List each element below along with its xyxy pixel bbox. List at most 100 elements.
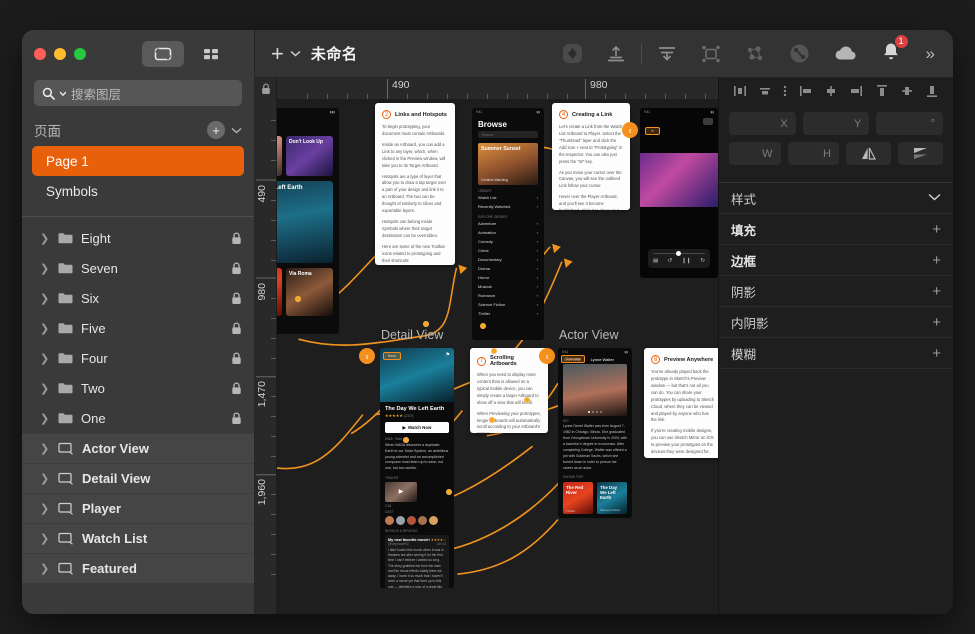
browse-item[interactable]: Adventure› xyxy=(472,219,544,228)
collapse-pages-icon[interactable] xyxy=(231,127,242,134)
horizontal-ruler[interactable]: 490 980 1,470 1,960 xyxy=(255,78,718,100)
artboard-featured[interactable]: 9:41▮▮▮ Featured Rolly Don't Look Up The… xyxy=(277,108,339,334)
rewind-icon[interactable]: ↺ xyxy=(668,258,673,264)
browse-item[interactable]: Science Fiction› xyxy=(472,300,544,309)
flow-dot[interactable] xyxy=(423,321,429,327)
align-center-icon[interactable] xyxy=(824,84,838,103)
height-field[interactable]: H xyxy=(788,142,840,165)
disclosure-icon[interactable]: ❯ xyxy=(40,502,50,515)
horizontal-ruler-track[interactable]: 490 980 1,470 1,960 xyxy=(277,78,718,99)
y-field[interactable]: Y xyxy=(803,112,870,135)
browse-item[interactable]: Animation› xyxy=(472,228,544,237)
minimize-window-button[interactable] xyxy=(54,48,66,60)
player-controls[interactable]: ▤ ↺ ❙❙ ↻ xyxy=(648,249,710,269)
browse-item[interactable]: Recently Watched› xyxy=(472,202,544,211)
avatar[interactable] xyxy=(407,516,416,525)
align-bottom-edge-icon[interactable] xyxy=(925,84,939,103)
cloud-button[interactable] xyxy=(822,44,870,64)
card-links-and-hotspots[interactable]: 2 Links and Hotspots To begin prototypin… xyxy=(375,103,455,265)
layer-row-five[interactable]: ❯ Five xyxy=(22,313,254,343)
avatar[interactable] xyxy=(385,516,394,525)
avatar[interactable] xyxy=(396,516,405,525)
layer-row-one[interactable]: ❯ One xyxy=(22,403,254,433)
view-toggle-group[interactable] xyxy=(142,41,232,67)
actor-photo[interactable] xyxy=(563,364,627,416)
layer-row-four[interactable]: ❯ Four xyxy=(22,343,254,373)
featured-card[interactable]: Rolly xyxy=(277,136,282,176)
detail-back-hotspot[interactable]: Back xyxy=(383,352,401,360)
flow-dot[interactable] xyxy=(403,437,409,443)
browse-item[interactable]: Horror› xyxy=(472,273,544,282)
disclosure-icon[interactable]: ❯ xyxy=(40,382,50,395)
disclosure-icon[interactable]: ❯ xyxy=(40,292,50,305)
add-inner-shadow-button[interactable]: + xyxy=(932,315,941,330)
browse-hero[interactable]: Summer Sunset Continue Watching xyxy=(478,143,538,185)
known-for-card[interactable]: The Day We Left Earth Science Fiction xyxy=(597,482,627,514)
disclosure-icon[interactable]: ❯ xyxy=(40,442,50,455)
layer-row-player[interactable]: ❯ Player xyxy=(22,493,254,523)
distribute-button[interactable] xyxy=(645,44,689,64)
width-field[interactable]: W xyxy=(729,142,781,165)
browse-item[interactable]: Romance› xyxy=(472,291,544,300)
featured-card[interactable]: Don't Look Up xyxy=(286,136,333,176)
align-left-edge-icon[interactable] xyxy=(799,84,813,103)
align-center-horizontal-icon[interactable] xyxy=(758,84,772,103)
browse-item[interactable]: Thriller› xyxy=(472,309,544,318)
flip-vertical-button[interactable] xyxy=(898,142,943,165)
share-button[interactable] xyxy=(777,42,822,65)
section-blur[interactable]: 模糊 + xyxy=(719,338,953,369)
artboard-watch-list[interactable]: 9:41▮▮ Browse Search Summer Sunset Conti… xyxy=(472,108,544,340)
add-blur-button[interactable]: + xyxy=(932,346,941,361)
known-for-card[interactable]: The Red River Thriller xyxy=(563,482,593,514)
flow-dot[interactable] xyxy=(524,397,530,403)
page-item-page-1[interactable]: Page 1 xyxy=(32,146,244,176)
artboard-actor-view[interactable]: 9:41▮▮ Overview Lynne Walter xyxy=(558,348,632,518)
flatten-button[interactable] xyxy=(689,44,733,64)
disclosure-icon[interactable]: ❯ xyxy=(40,472,50,485)
artboard-label-detail-view[interactable]: Detail View xyxy=(381,328,443,342)
browse-item[interactable]: Crime› xyxy=(472,246,544,255)
disclosure-icon[interactable]: ❯ xyxy=(40,262,50,275)
align-right-edge-icon[interactable] xyxy=(849,84,863,103)
grid-view-toggle[interactable] xyxy=(190,41,232,67)
toolbar-overflow-button[interactable]: » xyxy=(912,44,941,64)
layer-row-six[interactable]: ❯ Six xyxy=(22,283,254,313)
disclosure-icon[interactable]: ❯ xyxy=(40,352,50,365)
lock-icon[interactable] xyxy=(231,322,242,335)
lock-icon[interactable] xyxy=(231,382,242,395)
cast-avatars[interactable] xyxy=(380,514,454,527)
forward-icon[interactable]: ↻ xyxy=(700,258,705,264)
avatar[interactable] xyxy=(429,516,438,525)
close-window-button[interactable] xyxy=(34,48,46,60)
add-shadow-button[interactable]: + xyxy=(932,284,941,299)
align-toolbar[interactable] xyxy=(719,78,953,108)
detail-back-arrow[interactable]: ❮ xyxy=(359,348,375,364)
browse-search[interactable]: Search xyxy=(478,131,538,138)
vertical-ruler[interactable]: 490 980 1,470 1,960 xyxy=(255,100,277,614)
actor-overview-hotspot[interactable]: Overview xyxy=(561,355,585,363)
lock-icon[interactable] xyxy=(231,412,242,425)
lock-icon[interactable] xyxy=(231,352,242,365)
traffic-lights[interactable] xyxy=(34,48,86,60)
card-preview-anywhere[interactable]: 8 Preview Anywhere You've already played… xyxy=(644,348,718,458)
lock-icon[interactable] xyxy=(231,262,242,275)
disclosure-icon[interactable]: ❯ xyxy=(40,532,50,545)
flip-horizontal-button[interactable] xyxy=(846,142,891,165)
tab-name[interactable]: Lynne Walter xyxy=(591,357,614,362)
browse-item[interactable]: Musical› xyxy=(472,282,544,291)
section-inner-shadow[interactable]: 内阴影 + xyxy=(719,307,953,338)
disclosure-icon[interactable]: ❯ xyxy=(40,322,50,335)
section-fill[interactable]: 填充 + xyxy=(719,214,953,245)
featured-card[interactable]: Via Roma xyxy=(286,268,333,316)
review-card[interactable]: My new favorite movie! ★★★★☆ @stephanie9… xyxy=(385,535,449,588)
lock-icon[interactable] xyxy=(231,292,242,305)
photo-dots[interactable] xyxy=(588,411,602,413)
lock-icon[interactable] xyxy=(231,232,242,245)
layer-row-featured[interactable]: ❯ Featured xyxy=(22,553,254,583)
canvas[interactable]: 9:41▮▮▮ Featured Rolly Don't Look Up The… xyxy=(277,100,718,614)
align-left-icon[interactable] xyxy=(733,84,747,103)
notifications-button[interactable]: 1 xyxy=(870,41,912,67)
align-middle-icon[interactable] xyxy=(900,84,914,103)
zoom-window-button[interactable] xyxy=(74,48,86,60)
disclosure-icon[interactable]: ❯ xyxy=(40,232,50,245)
